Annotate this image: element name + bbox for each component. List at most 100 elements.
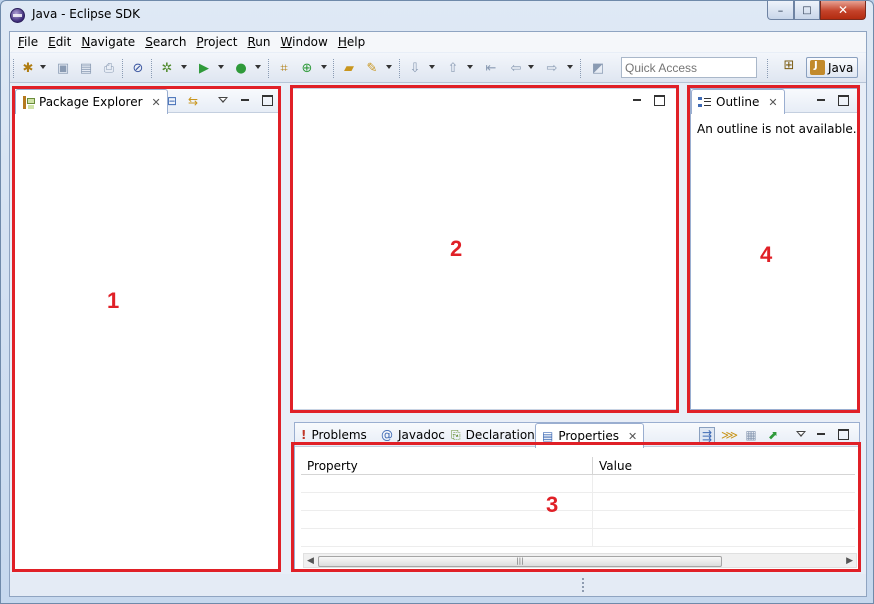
- new-java-class-icon[interactable]: ⊕: [298, 59, 316, 77]
- close-tab-icon[interactable]: ✕: [152, 96, 161, 109]
- package-explorer-view: Package Explorer ✕ ⊟ ⇆: [14, 88, 280, 570]
- table-row[interactable]: [301, 511, 855, 529]
- link-with-editor-icon[interactable]: ⇆: [185, 93, 201, 109]
- quick-access-input[interactable]: [621, 57, 757, 78]
- minimize-view-icon[interactable]: [815, 94, 827, 106]
- new-dropdown-arrow[interactable]: [40, 65, 46, 69]
- save-icon[interactable]: ▣: [54, 59, 72, 77]
- view-menu-icon[interactable]: [217, 94, 229, 106]
- title-bar[interactable]: Java - Eclipse SDK: [1, 1, 873, 31]
- open-type-icon[interactable]: ▰: [340, 59, 358, 77]
- minimize-editor-icon[interactable]: [631, 94, 643, 106]
- tab-label: Properties: [558, 429, 619, 443]
- problems-icon: !: [301, 428, 307, 442]
- forward-icon[interactable]: ⇨: [543, 59, 561, 77]
- scroll-right-icon[interactable]: ▶: [846, 556, 853, 566]
- previous-annotation-icon[interactable]: ⇧: [444, 59, 462, 77]
- toolbar-separator: [122, 59, 123, 78]
- next-annotation-icon[interactable]: ⇩: [406, 59, 424, 77]
- eclipse-window: Java - Eclipse SDK – □ ✕ File Edit Navig…: [0, 0, 874, 604]
- javadoc-icon: @: [381, 428, 393, 442]
- show-categories-icon[interactable]: ⇶: [699, 427, 715, 443]
- minimize-button[interactable]: –: [767, 1, 794, 20]
- menu-navigate[interactable]: Navigate: [77, 33, 141, 51]
- maximize-view-icon[interactable]: [261, 94, 273, 106]
- table-row[interactable]: [301, 475, 855, 493]
- external-tools-dropdown-arrow[interactable]: [255, 65, 261, 69]
- bottom-tabstrip: ! Problems @ Javadoc ⎘ Declaration ▤ Pro…: [295, 423, 859, 448]
- search-icon[interactable]: ✎: [363, 59, 381, 77]
- horizontal-scrollbar[interactable]: ◀ ||| ▶: [303, 553, 857, 568]
- run-dropdown-arrow[interactable]: [218, 65, 224, 69]
- tab-outline[interactable]: Outline ✕: [691, 89, 785, 114]
- collapse-all-icon[interactable]: ⊟: [164, 93, 180, 109]
- menu-bar: File Edit Navigate Search Project Run Wi…: [10, 32, 866, 52]
- close-tab-icon[interactable]: ✕: [768, 96, 777, 109]
- new-class-dropdown-arrow[interactable]: [321, 65, 327, 69]
- tab-label: Package Explorer: [39, 95, 143, 109]
- new-icon[interactable]: ✱: [19, 59, 37, 77]
- maximize-editor-icon[interactable]: [653, 94, 665, 106]
- previous-annotation-dropdown-arrow[interactable]: [467, 65, 473, 69]
- toolbar-separator: [151, 59, 152, 78]
- tab-javadoc[interactable]: @ Javadoc: [375, 423, 451, 447]
- forward-dropdown-arrow[interactable]: [567, 65, 573, 69]
- open-perspective-icon[interactable]: ⊞: [780, 58, 798, 76]
- tab-package-explorer[interactable]: Package Explorer ✕: [15, 89, 168, 114]
- new-java-project-icon[interactable]: ⌗: [275, 59, 293, 77]
- tab-label: Problems: [311, 428, 367, 442]
- filter-advanced-icon[interactable]: ⋙: [721, 427, 738, 443]
- scrollbar-thumb[interactable]: |||: [318, 556, 722, 567]
- show-advanced-properties-icon[interactable]: ▦: [743, 427, 759, 443]
- back-icon[interactable]: ⇦: [507, 59, 525, 77]
- java-perspective-button[interactable]: Java: [806, 57, 858, 78]
- table-row[interactable]: [301, 529, 855, 547]
- next-annotation-dropdown-arrow[interactable]: [429, 65, 435, 69]
- minimize-view-icon[interactable]: [815, 428, 827, 440]
- menu-project[interactable]: Project: [192, 33, 243, 51]
- menu-run[interactable]: Run: [243, 33, 276, 51]
- debug-dropdown-arrow[interactable]: [181, 65, 187, 69]
- properties-table: Property Value: [301, 457, 855, 547]
- view-menu-icon[interactable]: [795, 428, 807, 440]
- last-edit-location-icon[interactable]: ⇤: [482, 59, 500, 77]
- column-header-property[interactable]: Property: [301, 457, 593, 474]
- close-window-button[interactable]: ✕: [820, 1, 866, 20]
- maximize-button[interactable]: □: [794, 1, 820, 20]
- workbench: File Edit Navigate Search Project Run Wi…: [9, 31, 867, 597]
- run-external-tools-icon[interactable]: ●: [232, 59, 250, 77]
- save-all-icon[interactable]: ▤: [77, 59, 95, 77]
- minimize-view-icon[interactable]: [239, 94, 251, 106]
- skip-breakpoints-icon[interactable]: ⊘: [129, 59, 147, 77]
- column-header-value[interactable]: Value: [593, 457, 855, 474]
- close-tab-icon[interactable]: ✕: [628, 430, 637, 443]
- tab-label: Javadoc: [398, 428, 445, 442]
- tab-properties[interactable]: ▤ Properties ✕: [535, 423, 645, 448]
- pin-editor-icon[interactable]: ◩: [589, 59, 607, 77]
- search-dropdown-arrow[interactable]: [386, 65, 392, 69]
- table-row[interactable]: [301, 493, 855, 511]
- tab-declaration[interactable]: ⎘ Declaration: [445, 423, 541, 447]
- bottom-view-folder: ! Problems @ Javadoc ⎘ Declaration ▤ Pro…: [294, 422, 860, 572]
- menu-window[interactable]: Window: [277, 33, 334, 51]
- status-bar-grip[interactable]: [582, 578, 584, 592]
- status-bar: [10, 574, 866, 596]
- maximize-view-icon[interactable]: [837, 94, 849, 106]
- maximize-view-icon[interactable]: [837, 428, 849, 440]
- menu-file[interactable]: File: [14, 33, 44, 51]
- tab-problems[interactable]: ! Problems: [295, 423, 373, 447]
- scroll-left-icon[interactable]: ◀: [307, 556, 314, 566]
- run-icon[interactable]: ▶: [195, 59, 213, 77]
- restore-default-value-icon[interactable]: ⬈: [765, 427, 781, 443]
- menu-help[interactable]: Help: [334, 33, 371, 51]
- back-dropdown-arrow[interactable]: [528, 65, 534, 69]
- debug-icon[interactable]: ✲: [158, 59, 176, 77]
- region-label-1: 1: [107, 288, 120, 313]
- print-icon[interactable]: ⎙: [100, 59, 118, 77]
- table-cell: [593, 475, 855, 492]
- toolbar-separator: [268, 59, 269, 78]
- toolbar-separator: [580, 59, 581, 78]
- menu-edit[interactable]: Edit: [44, 33, 77, 51]
- menu-search[interactable]: Search: [141, 33, 192, 51]
- editor-area: [292, 88, 678, 410]
